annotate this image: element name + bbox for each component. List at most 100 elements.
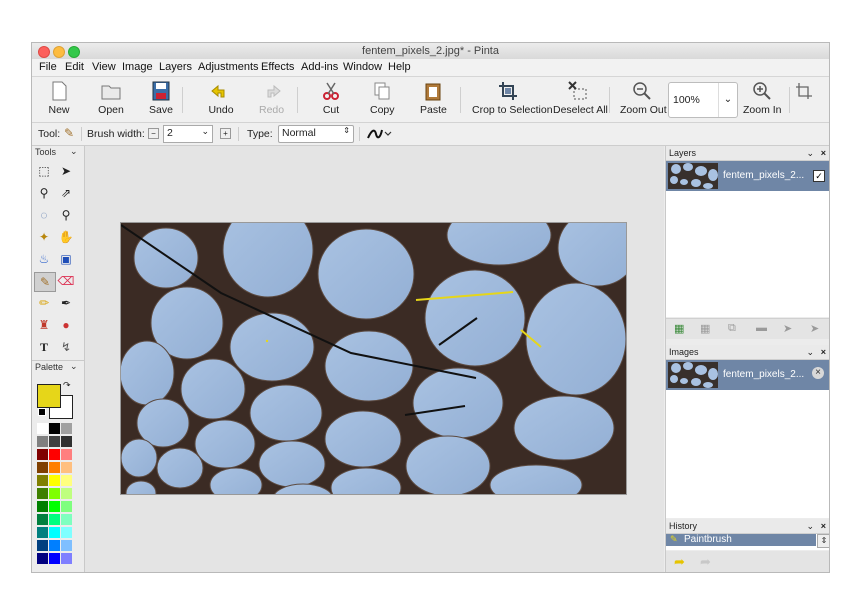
deselect-all-button[interactable]: Deselect All [553, 81, 608, 116]
lasso-select-icon[interactable]: ⚲ [34, 184, 54, 202]
palette-swatch[interactable] [49, 436, 60, 447]
magic-wand-icon[interactable]: ✦ [34, 228, 54, 246]
copy-button[interactable]: Copy [370, 81, 395, 116]
palette-swatch[interactable] [49, 514, 60, 525]
swap-colors-icon[interactable]: ↷ [63, 380, 71, 391]
zoom-out-button[interactable]: Zoom Out [620, 81, 667, 116]
clone-stamp-icon[interactable]: ♜ [34, 316, 54, 334]
maximize-window-button[interactable] [68, 46, 80, 58]
type-select[interactable]: Normal ⇕ [278, 125, 354, 143]
chevron-down-icon[interactable]: ⌄ [201, 126, 209, 137]
minimize-window-button[interactable] [53, 46, 65, 58]
minimize-icon[interactable]: ⌄ [70, 146, 78, 157]
minimize-icon[interactable]: ⌄ [806, 345, 814, 359]
menu-view[interactable]: View [92, 61, 116, 73]
palette-swatch[interactable] [37, 436, 48, 447]
minimize-icon[interactable]: ⌄ [806, 146, 814, 160]
close-image-icon[interactable]: × [812, 367, 824, 379]
close-icon[interactable]: × [821, 519, 826, 533]
paint-bucket-icon[interactable]: ♨ [34, 250, 54, 268]
palette-swatch[interactable] [49, 423, 60, 434]
palette-swatch[interactable] [37, 553, 48, 564]
palette-swatch[interactable] [37, 449, 48, 460]
paintbrush-tool-icon[interactable]: ✎ [34, 272, 56, 292]
minimize-icon[interactable]: ⌄ [70, 361, 78, 372]
palette-swatch[interactable] [49, 553, 60, 564]
ellipse-select-icon[interactable]: ◌ [34, 206, 54, 224]
duplicate-layer-icon[interactable]: ⧉ [728, 322, 736, 335]
pan-hand-icon[interactable]: ✋ [56, 228, 76, 246]
merge-layer-icon[interactable]: ▬ [756, 322, 767, 334]
layer-visibility-checkbox[interactable]: ✓ [813, 170, 825, 182]
color-picker-icon[interactable]: ✒ [56, 294, 76, 312]
canvas-image[interactable] [120, 222, 627, 495]
redo-arrow-icon[interactable]: ➦ [700, 554, 711, 570]
menu-window[interactable]: Window [343, 61, 382, 73]
menu-edit[interactable]: Edit [65, 61, 84, 73]
undo-button[interactable]: Undo [208, 81, 234, 116]
scroll-arrows-icon[interactable]: ⇕ [817, 534, 829, 548]
recolor-icon[interactable]: ● [56, 316, 76, 334]
palette-swatch[interactable] [61, 501, 72, 512]
menu-file[interactable]: File [39, 61, 57, 73]
add-layer-icon[interactable]: ▦ [674, 322, 684, 335]
palette-swatch[interactable] [49, 475, 60, 486]
palette-swatch[interactable] [61, 488, 72, 499]
zoom-icon[interactable]: ⚲ [56, 206, 76, 224]
menu-adjustments[interactable]: Adjustments [198, 61, 259, 73]
palette-swatch[interactable] [37, 475, 48, 486]
menu-image[interactable]: Image [122, 61, 153, 73]
redo-button[interactable]: Redo [259, 81, 284, 116]
move-layer-up-icon[interactable]: ➤ [783, 322, 792, 335]
crop-to-selection-button[interactable]: Crop to Selection [472, 81, 553, 116]
zoom-in-button[interactable]: Zoom In [743, 81, 782, 116]
canvas-area[interactable] [85, 146, 664, 572]
brush-width-field[interactable]: 2 ⌄ [163, 125, 213, 143]
decrease-width-button[interactable]: − [148, 128, 159, 139]
menu-help[interactable]: Help [388, 61, 411, 73]
primary-color-swatch[interactable] [37, 384, 61, 408]
palette-swatch[interactable] [61, 423, 72, 434]
palette-swatch[interactable] [49, 501, 60, 512]
antialiasing-curve-icon[interactable] [366, 127, 392, 141]
close-window-button[interactable] [38, 46, 50, 58]
palette-swatch[interactable] [37, 527, 48, 538]
gradient-icon[interactable]: ▣ [56, 250, 76, 268]
line-curve-icon[interactable]: ↯ [56, 338, 76, 356]
palette-swatch[interactable] [49, 540, 60, 551]
palette-swatch[interactable] [37, 540, 48, 551]
eraser-icon[interactable]: ⌫ [56, 272, 76, 290]
zoom-combo[interactable]: 100% ⌄ [668, 82, 738, 118]
palette-swatch[interactable] [37, 488, 48, 499]
palette-swatch[interactable] [61, 553, 72, 564]
palette-swatch[interactable] [49, 449, 60, 460]
delete-layer-icon[interactable]: ▦ [700, 322, 710, 335]
history-item[interactable]: ✎ Paintbrush [666, 534, 816, 546]
increase-width-button[interactable]: + [220, 128, 231, 139]
move-selected-icon[interactable]: ➤ [56, 162, 76, 180]
palette-swatch[interactable] [49, 488, 60, 499]
layer-row[interactable]: fentem_pixels_2... ✓ [666, 161, 829, 191]
palette-swatch[interactable] [61, 436, 72, 447]
reset-colors-icon[interactable] [38, 408, 46, 416]
palette-swatch[interactable] [61, 475, 72, 486]
palette-swatch[interactable] [37, 501, 48, 512]
palette-swatch[interactable] [37, 423, 48, 434]
menu-effects[interactable]: Effects [261, 61, 294, 73]
palette-swatch[interactable] [37, 514, 48, 525]
save-button[interactable]: Save [149, 81, 173, 116]
open-button[interactable]: Open [98, 81, 124, 116]
minimize-icon[interactable]: ⌄ [806, 519, 814, 533]
palette-swatch[interactable] [61, 527, 72, 538]
move-layer-down-icon[interactable]: ➤ [810, 322, 819, 335]
menu-addins[interactable]: Add-ins [301, 61, 338, 73]
pencil-icon[interactable]: ✏ [34, 294, 54, 312]
menu-layers[interactable]: Layers [159, 61, 192, 73]
close-icon[interactable]: × [821, 345, 826, 359]
move-selection-icon[interactable]: ⇗ [56, 184, 76, 202]
actual-size-button[interactable] [794, 81, 814, 101]
chevron-down-icon[interactable]: ⌄ [718, 83, 737, 117]
palette-swatch[interactable] [61, 514, 72, 525]
palette-swatch[interactable] [49, 527, 60, 538]
cut-button[interactable]: Cut [320, 81, 342, 116]
